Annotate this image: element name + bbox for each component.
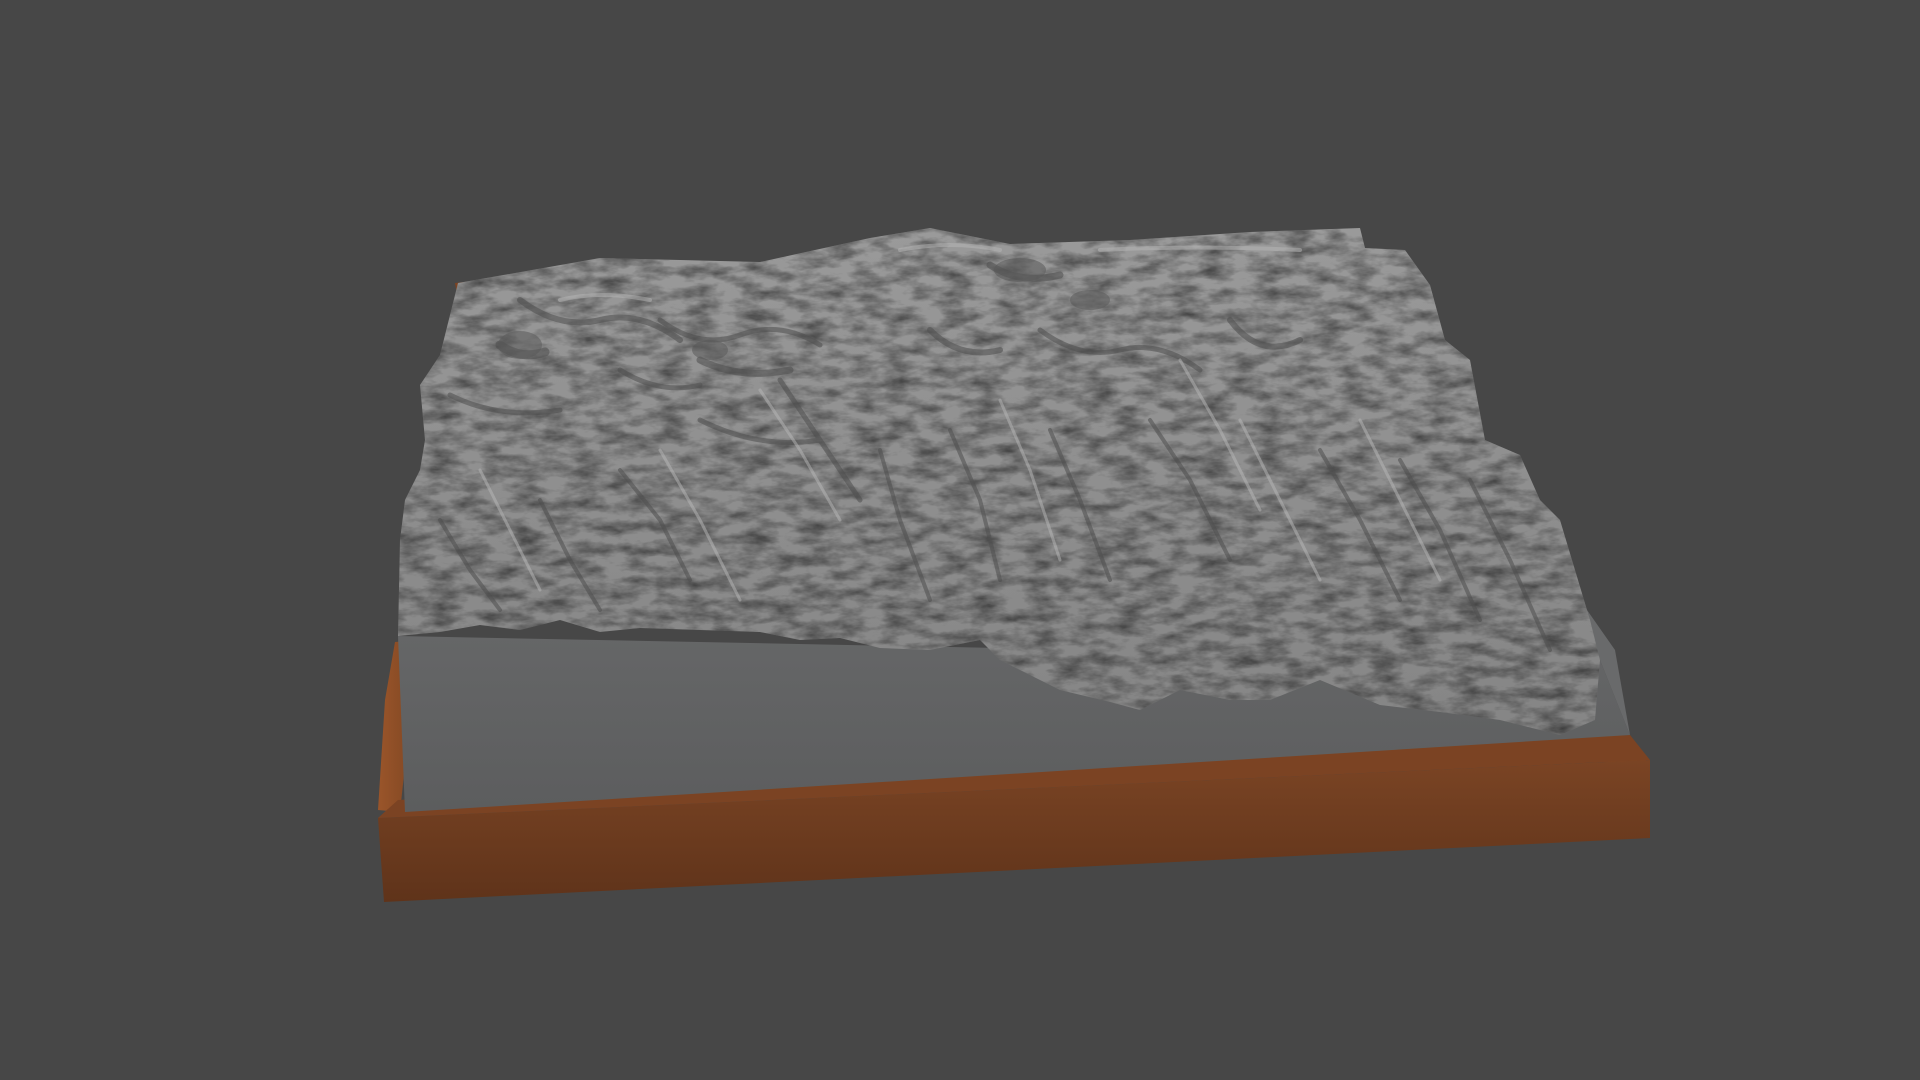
3d-viewport[interactable]	[0, 0, 1920, 1080]
terrain-model-render	[378, 228, 1650, 902]
